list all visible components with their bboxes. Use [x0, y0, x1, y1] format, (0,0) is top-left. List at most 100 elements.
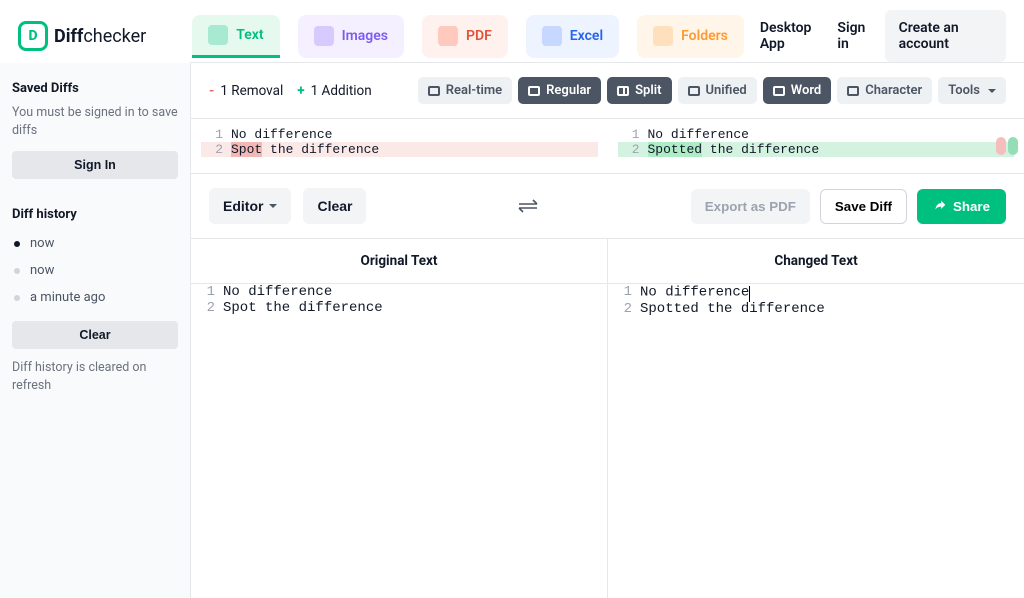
editor-line: 1No difference — [616, 284, 1016, 301]
split-icon — [617, 86, 629, 96]
diff-summary: 1 Removal 1 Addition — [209, 83, 372, 99]
diff-token-added: Spotted — [648, 142, 703, 157]
tools-dropdown[interactable]: Tools — [938, 77, 1006, 104]
diff-line: 1No difference — [618, 127, 1015, 142]
editor-changed[interactable]: 1No difference 2 Spotted the difference — [608, 283, 1024, 598]
history-item-label: now — [30, 236, 54, 251]
mode-character[interactable]: Character — [837, 77, 932, 104]
tab-folders[interactable]: Folders — [637, 15, 744, 58]
pane-title-changed: Changed Text — [608, 239, 1024, 283]
editor-line: 2 Spotted the difference — [616, 301, 1016, 317]
tab-folders-label: Folders — [681, 28, 728, 44]
line-number: 2 — [199, 300, 215, 316]
minimap[interactable] — [996, 137, 1018, 155]
history-clear-note: Diff history is cleared on refresh — [12, 359, 178, 394]
dot-icon — [14, 268, 20, 274]
text-icon — [208, 25, 228, 45]
diff-text: No difference — [648, 127, 749, 142]
square-icon — [688, 86, 700, 96]
line-number: 2 — [618, 142, 640, 157]
chip-label: Split — [635, 83, 661, 98]
logo-icon: D — [18, 21, 48, 51]
square-icon — [528, 86, 540, 96]
create-account-button[interactable]: Create an account — [885, 10, 1006, 62]
editor-line: 2Spot the difference — [199, 300, 599, 316]
line-number: 2 — [201, 142, 223, 157]
tab-text[interactable]: Text — [192, 15, 279, 58]
square-icon — [428, 86, 440, 96]
mode-realtime[interactable]: Real-time — [418, 77, 512, 104]
editor-toolbar: Editor Clear Export as PDF Save Diff Sha… — [191, 174, 1024, 239]
history-item[interactable]: now — [12, 257, 178, 284]
editor-panes: Original Text 1No difference 2Spot the d… — [191, 239, 1024, 598]
desktop-app-link[interactable]: Desktop App — [760, 20, 826, 52]
editor-original[interactable]: 1No difference 2Spot the difference — [191, 283, 607, 598]
diff-history-list: now now a minute ago — [12, 230, 178, 311]
removal-count: 1 Removal — [209, 83, 283, 99]
minimap-added-icon — [1008, 137, 1018, 155]
pdf-icon — [438, 26, 458, 46]
chip-label: Unified — [706, 83, 747, 98]
addition-count: 1 Addition — [297, 83, 371, 99]
line-number: 1 — [199, 284, 215, 300]
sidebar: Saved Diffs You must be signed in to sav… — [0, 62, 190, 598]
excel-icon — [542, 26, 562, 46]
line-number: 1 — [201, 127, 223, 142]
export-pdf-button[interactable]: Export as PDF — [691, 189, 810, 224]
sidebar-signin-button[interactable]: Sign In — [12, 151, 178, 179]
header: D Diffchecker Text Images PDF Excel Fold… — [0, 0, 1024, 62]
editor-line: 1No difference — [199, 284, 599, 300]
chip-label: Real-time — [446, 83, 502, 98]
diff-history-title: Diff history — [12, 207, 178, 222]
pane-original: Original Text 1No difference 2Spot the d… — [191, 239, 607, 598]
history-item-label: a minute ago — [30, 290, 105, 305]
mode-split[interactable]: Split — [607, 77, 671, 104]
header-right: Desktop App Sign in Create an account — [760, 10, 1006, 62]
editor-text: Spotted the difference — [640, 301, 825, 317]
save-diff-button[interactable]: Save Diff — [820, 189, 907, 224]
tab-images-label: Images — [342, 28, 388, 44]
logo[interactable]: D Diffchecker — [18, 21, 146, 51]
pane-changed: Changed Text 1No difference 2 Spotted the… — [607, 239, 1024, 598]
square-icon — [847, 86, 859, 96]
line-number: 1 — [616, 284, 632, 301]
diff-text: the difference — [262, 142, 379, 157]
square-icon — [773, 86, 785, 96]
main-content: 1 Removal 1 Addition Real-time Regular S… — [190, 62, 1024, 598]
diff-line-removed: 2Spot the difference — [201, 142, 598, 157]
diff-line-added: 2 Spotted the difference — [618, 142, 1015, 157]
mode-word[interactable]: Word — [763, 77, 831, 104]
diff-right: 1No difference 2 Spotted the difference — [608, 119, 1024, 173]
chip-label: Word — [791, 83, 821, 98]
pane-title-original: Original Text — [191, 239, 607, 283]
history-item[interactable]: a minute ago — [12, 284, 178, 311]
mode-chips: Real-time Regular Split Unified Word Cha… — [418, 77, 1006, 104]
logo-text-diff: Diff — [54, 26, 83, 47]
chip-label: Tools — [948, 83, 980, 98]
dot-icon — [14, 241, 20, 247]
diff-toolbar: 1 Removal 1 Addition Real-time Regular S… — [191, 63, 1024, 119]
share-icon — [933, 199, 947, 213]
diff-text: the difference — [702, 142, 819, 157]
history-item[interactable]: now — [12, 230, 178, 257]
tab-pdf[interactable]: PDF — [422, 15, 508, 58]
images-icon — [314, 26, 334, 46]
mode-unified[interactable]: Unified — [678, 77, 757, 104]
signin-link[interactable]: Sign in — [837, 20, 872, 52]
editor-dropdown[interactable]: Editor — [209, 188, 291, 224]
line-number: 2 — [616, 301, 632, 317]
diff-line: 1No difference — [201, 127, 598, 142]
tab-images[interactable]: Images — [298, 15, 404, 58]
swap-button[interactable] — [515, 198, 543, 214]
history-clear-button[interactable]: Clear — [12, 321, 178, 349]
mode-regular[interactable]: Regular — [518, 77, 601, 104]
tab-excel[interactable]: Excel — [526, 15, 619, 58]
dot-icon — [14, 295, 20, 301]
saved-diffs-title: Saved Diffs — [12, 81, 178, 96]
share-label: Share — [953, 199, 990, 214]
logo-text-checker: checker — [83, 26, 146, 47]
diff-preview: 1No difference 2Spot the difference 1No … — [191, 119, 1024, 174]
share-button[interactable]: Share — [917, 189, 1006, 224]
saved-diffs-note: You must be signed in to save diffs — [12, 104, 178, 139]
clear-button[interactable]: Clear — [303, 188, 366, 224]
